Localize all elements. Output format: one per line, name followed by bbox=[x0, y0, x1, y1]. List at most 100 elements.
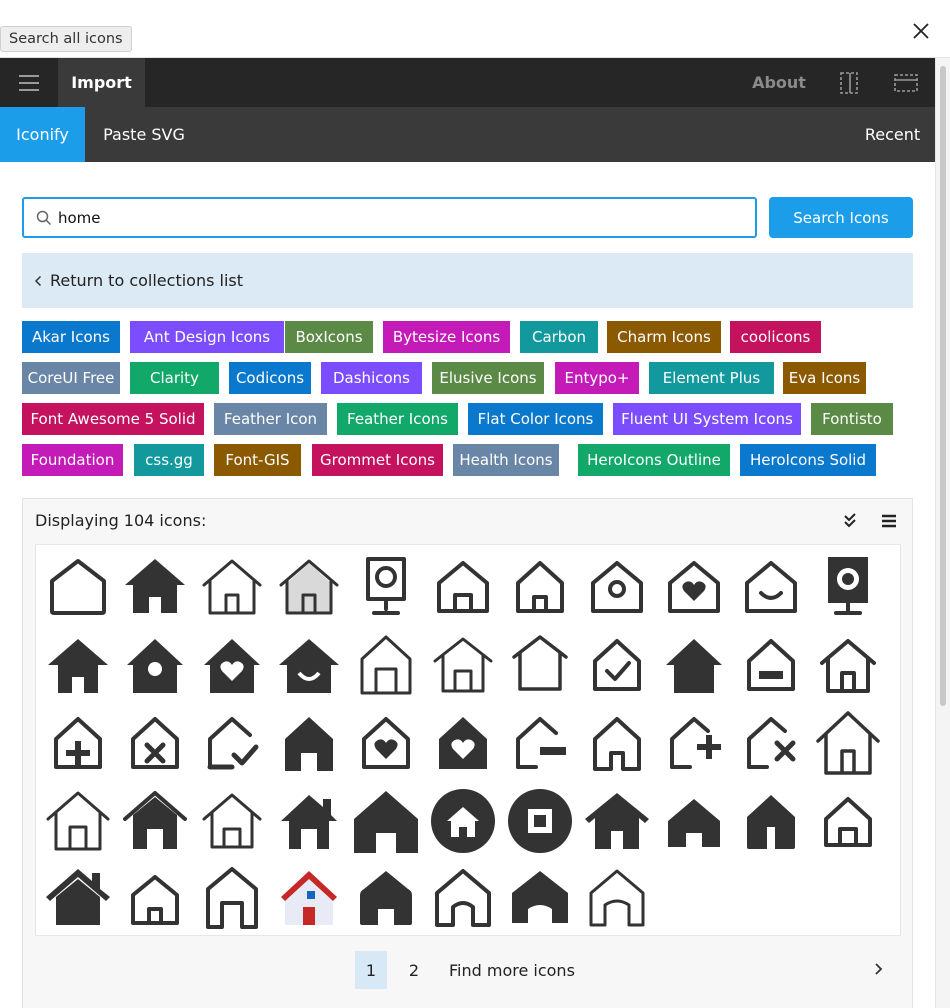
search-input[interactable] bbox=[58, 205, 738, 231]
home-solid-circle-icon[interactable] bbox=[123, 633, 187, 697]
home-heart-outline-icon[interactable] bbox=[662, 555, 726, 619]
collection-tag[interactable]: Akar Icons bbox=[22, 321, 120, 353]
select-all-icon[interactable] bbox=[843, 513, 857, 533]
collection-tag[interactable]: CoreUI Free bbox=[22, 362, 120, 394]
home-minus-partial-icon[interactable] bbox=[508, 711, 572, 775]
home-rounded-thin-icon[interactable] bbox=[508, 633, 572, 697]
next-page-button[interactable] bbox=[873, 961, 883, 981]
home-line-icon[interactable] bbox=[431, 555, 495, 619]
home-solid-arch-icon[interactable] bbox=[277, 711, 341, 775]
home-large-outline-icon[interactable] bbox=[816, 711, 880, 775]
home-door-solid-icon[interactable] bbox=[739, 789, 803, 853]
home-flat-solid-icon[interactable] bbox=[662, 789, 726, 853]
home-x-partial-icon[interactable] bbox=[739, 711, 803, 775]
home-roof-thin-icon[interactable] bbox=[200, 789, 264, 853]
home-check-partial-icon[interactable] bbox=[200, 711, 264, 775]
home-heart-solid-2-icon[interactable] bbox=[431, 711, 495, 775]
scrollbar-thumb[interactable] bbox=[940, 66, 946, 706]
collection-tag[interactable]: HeroIcons Solid bbox=[740, 444, 876, 476]
collection-tag[interactable]: Elusive Icons bbox=[432, 362, 544, 394]
home-check-icon[interactable] bbox=[585, 633, 649, 697]
home-rounded-outline-icon[interactable] bbox=[508, 555, 572, 619]
tab-iconify[interactable]: Iconify bbox=[0, 107, 85, 162]
home-door-rounded-icon[interactable] bbox=[816, 789, 880, 853]
home-thin-door-icon[interactable] bbox=[431, 633, 495, 697]
search-icons-button[interactable]: Search Icons bbox=[769, 197, 913, 238]
home-heart-outline-2-icon[interactable] bbox=[354, 711, 418, 775]
home-solid-2-icon[interactable] bbox=[46, 633, 110, 697]
collection-tag[interactable]: Bytesize Icons bbox=[383, 321, 510, 353]
home-heart-solid-icon[interactable] bbox=[200, 633, 264, 697]
collection-tag[interactable]: Fluent UI System Icons bbox=[613, 403, 801, 435]
home-arch-solid-icon[interactable] bbox=[508, 865, 572, 929]
layout-sidebar-icon[interactable] bbox=[836, 70, 862, 96]
home-rounded-solid-icon[interactable] bbox=[354, 865, 418, 929]
collection-tag[interactable]: Ant Design Icons bbox=[130, 321, 284, 353]
home-x-icon[interactable] bbox=[123, 711, 187, 775]
scrollbar[interactable] bbox=[935, 58, 950, 1008]
menu-button[interactable] bbox=[0, 58, 58, 107]
collection-tag[interactable]: Charm Icons bbox=[607, 321, 721, 353]
collection-tag[interactable]: Eva Icons bbox=[783, 362, 866, 394]
collection-tag[interactable]: Element Plus bbox=[649, 362, 774, 394]
collection-tag[interactable]: Health Icons bbox=[453, 444, 559, 476]
home-thin-outline-icon[interactable] bbox=[354, 633, 418, 697]
home-circle-window-icon[interactable] bbox=[585, 555, 649, 619]
home-door-outline-icon[interactable] bbox=[200, 555, 264, 619]
home-minus-icon[interactable] bbox=[739, 633, 803, 697]
collection-tag[interactable]: Fontisto bbox=[811, 403, 893, 435]
collection-tag[interactable]: Feather Icon bbox=[214, 403, 327, 435]
home-outline-icon[interactable] bbox=[46, 555, 110, 619]
home-outline-2-icon[interactable] bbox=[816, 633, 880, 697]
collection-tag[interactable]: Entypo+ bbox=[555, 362, 639, 394]
home-chimney-icon[interactable] bbox=[277, 789, 341, 853]
home-plus-icon[interactable] bbox=[46, 711, 110, 775]
tab-about[interactable]: About bbox=[740, 58, 818, 107]
home-solid-icon[interactable] bbox=[123, 555, 187, 619]
home-smile-outline-icon[interactable] bbox=[739, 555, 803, 619]
page-1-button[interactable]: 1 bbox=[355, 951, 387, 989]
home-roof-solid-icon[interactable] bbox=[123, 789, 187, 853]
tab-import[interactable]: Import bbox=[58, 58, 145, 107]
home-chimney-solid-icon[interactable] bbox=[46, 865, 110, 929]
close-button[interactable] bbox=[906, 16, 936, 46]
collection-tag[interactable]: HeroIcons Outline bbox=[578, 444, 730, 476]
home-tall-outline-icon[interactable] bbox=[200, 865, 264, 929]
tab-paste-svg[interactable]: Paste SVG bbox=[85, 107, 203, 162]
home-gray-filled-icon[interactable] bbox=[277, 555, 341, 619]
search-box[interactable] bbox=[22, 197, 757, 238]
collection-tag[interactable]: Flat Color Icons bbox=[468, 403, 603, 435]
home-circle-solid-icon[interactable] bbox=[431, 789, 495, 853]
collection-tag[interactable]: coolicons bbox=[730, 321, 821, 353]
webcam-solid-icon[interactable] bbox=[816, 555, 880, 619]
collection-tag[interactable]: Font Awesome 5 Solid bbox=[22, 403, 204, 435]
collection-tag[interactable]: Codicons bbox=[229, 362, 311, 394]
home-circle-square-icon[interactable] bbox=[508, 789, 572, 853]
list-view-icon[interactable] bbox=[881, 513, 897, 532]
return-to-collections-link[interactable]: Return to collections list bbox=[22, 253, 913, 308]
home-roof-outline-icon[interactable] bbox=[46, 789, 110, 853]
find-more-icons-link[interactable]: Find more icons bbox=[449, 951, 575, 989]
home-solid-3-icon[interactable] bbox=[662, 633, 726, 697]
home-arch-outline-icon[interactable] bbox=[431, 865, 495, 929]
webcam-outline-icon[interactable] bbox=[354, 555, 418, 619]
collection-tag[interactable]: BoxIcons bbox=[285, 321, 373, 353]
home-simple-outline-icon[interactable] bbox=[585, 711, 649, 775]
layout-header-icon[interactable] bbox=[892, 70, 920, 96]
collection-tag[interactable]: Grommet Icons bbox=[312, 444, 443, 476]
home-plus-partial-icon[interactable] bbox=[662, 711, 726, 775]
home-big-solid-icon[interactable] bbox=[354, 789, 418, 853]
tab-recent[interactable]: Recent bbox=[850, 107, 935, 162]
home-smile-solid-icon[interactable] bbox=[277, 633, 341, 697]
collection-tag[interactable]: Feather Icons bbox=[337, 403, 458, 435]
home-arch-thin-icon[interactable] bbox=[585, 865, 649, 929]
home-fa-solid-icon[interactable] bbox=[585, 789, 649, 853]
home-small-outline-icon[interactable] bbox=[123, 865, 187, 929]
collection-tag[interactable]: Font-GIS bbox=[214, 444, 301, 476]
collection-tag[interactable]: Dashicons bbox=[321, 362, 422, 394]
collection-tag[interactable]: Clarity bbox=[130, 362, 219, 394]
collection-tag[interactable]: Carbon bbox=[520, 321, 598, 353]
collection-tag[interactable]: css.gg bbox=[134, 444, 204, 476]
collection-tag[interactable]: Foundation bbox=[22, 444, 123, 476]
page-2-button[interactable]: 2 bbox=[398, 951, 430, 989]
